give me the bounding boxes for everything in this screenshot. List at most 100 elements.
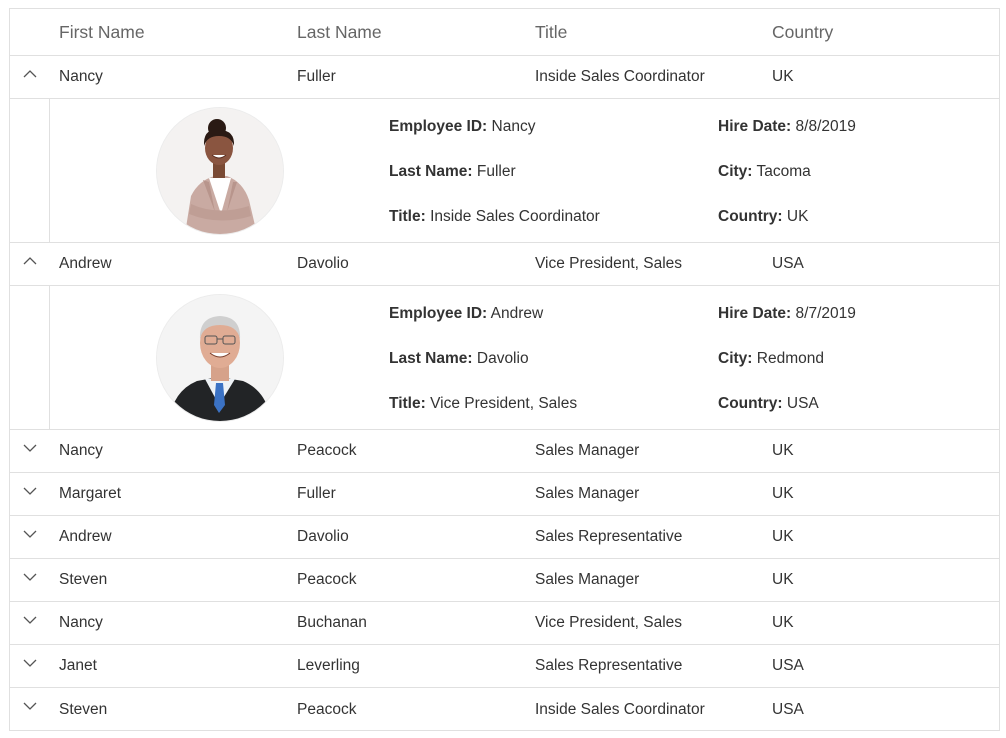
- detail-value: 8/8/2019: [795, 118, 856, 135]
- cell-first-name: Steven: [59, 700, 108, 718]
- detail-label: Last Name:: [389, 350, 473, 367]
- column-header-first-name[interactable]: First Name: [59, 9, 145, 55]
- row-detail-panel: Employee ID: Nancy Last Name: Fuller Tit…: [49, 99, 999, 242]
- table-row[interactable]: Nancy Buchanan Vice President, Sales UK: [10, 602, 999, 645]
- row-toggle-button[interactable]: [10, 430, 49, 472]
- cell-first-name: Janet: [59, 657, 97, 674]
- chevron-down-icon: [23, 487, 36, 495]
- detail-hire-date: Hire Date: 8/7/2019: [718, 304, 856, 324]
- cell-country: UK: [772, 485, 794, 502]
- cell-country: UK: [772, 442, 794, 459]
- cell-first-name: Nancy: [59, 442, 103, 459]
- employee-photo: [157, 295, 283, 421]
- cell-country: USA: [772, 255, 804, 272]
- detail-label: Country:: [718, 395, 783, 412]
- row-detail: Employee ID: Andrew Last Name: Davolio T…: [10, 286, 999, 430]
- cell-last-name: Peacock: [297, 700, 357, 718]
- chevron-up-icon: [23, 257, 36, 265]
- cell-last-name: Fuller: [297, 485, 336, 502]
- row-toggle-button[interactable]: [10, 473, 49, 515]
- cell-last-name: Fuller: [297, 68, 336, 85]
- chevron-down-icon: [23, 444, 36, 452]
- detail-label: Country:: [718, 208, 783, 225]
- data-grid: First Name Last Name Title Country Nancy…: [9, 8, 1000, 731]
- chevron-down-icon: [23, 530, 36, 538]
- cell-title: Inside Sales Coordinator: [535, 700, 705, 718]
- cell-country: UK: [772, 571, 794, 588]
- cell-country: USA: [772, 657, 804, 674]
- row-toggle-button[interactable]: [10, 56, 49, 98]
- cell-title: Vice President, Sales: [535, 255, 683, 272]
- detail-value: UK: [786, 208, 809, 225]
- cell-title: Inside Sales Coordinator: [535, 68, 705, 85]
- detail-title: Title: Vice President, Sales: [389, 394, 577, 414]
- chevron-down-icon: [23, 659, 36, 667]
- table-row[interactable]: Margaret Fuller Sales Manager UK: [10, 473, 999, 516]
- row-detail-panel: Employee ID: Andrew Last Name: Davolio T…: [49, 286, 999, 429]
- detail-label: Hire Date:: [718, 305, 792, 322]
- row-toggle-button[interactable]: [10, 559, 49, 601]
- detail-last-name: Last Name: Fuller: [389, 162, 516, 182]
- cell-title: Sales Manager: [535, 485, 640, 502]
- table-row[interactable]: Andrew Davolio Vice President, Sales USA: [10, 243, 999, 286]
- column-header-title[interactable]: Title: [535, 9, 567, 55]
- row-toggle-button[interactable]: [10, 602, 49, 644]
- cell-country: USA: [772, 700, 804, 718]
- detail-hire-date: Hire Date: 8/8/2019: [718, 117, 856, 137]
- detail-label: City:: [718, 350, 753, 367]
- cell-last-name: Buchanan: [297, 614, 367, 631]
- detail-value: Inside Sales Coordinator: [430, 208, 600, 225]
- detail-title: Title: Inside Sales Coordinator: [389, 207, 600, 227]
- table-row[interactable]: Nancy Peacock Sales Manager UK: [10, 430, 999, 473]
- chevron-down-icon: [23, 573, 36, 581]
- table-row[interactable]: Steven Peacock Sales Manager UK: [10, 559, 999, 602]
- chevron-down-icon: [23, 616, 36, 624]
- detail-label: Hire Date:: [718, 118, 792, 135]
- table-row[interactable]: Andrew Davolio Sales Representative UK: [10, 516, 999, 559]
- detail-value: Andrew: [490, 305, 544, 322]
- cell-country: UK: [772, 614, 794, 631]
- detail-label: Employee ID:: [389, 118, 488, 135]
- detail-value: Nancy: [491, 118, 536, 135]
- row-toggle-button[interactable]: [10, 688, 49, 731]
- cell-last-name: Leverling: [297, 657, 360, 674]
- table-row[interactable]: Steven Peacock Inside Sales Coordinator …: [10, 688, 999, 731]
- detail-country: Country: USA: [718, 394, 819, 414]
- cell-title: Sales Manager: [535, 442, 640, 459]
- cell-title: Sales Manager: [535, 571, 640, 588]
- detail-city: City: Tacoma: [718, 162, 811, 182]
- detail-value: 8/7/2019: [795, 305, 856, 322]
- detail-employee-id: Employee ID: Nancy: [389, 117, 535, 137]
- detail-employee-id: Employee ID: Andrew: [389, 304, 543, 324]
- cell-first-name: Margaret: [59, 485, 122, 502]
- cell-last-name: Peacock: [297, 571, 357, 588]
- detail-value: Redmond: [756, 350, 824, 367]
- table-row[interactable]: Nancy Fuller Inside Sales Coordinator UK: [10, 56, 999, 99]
- cell-country: UK: [772, 528, 794, 545]
- column-header-country[interactable]: Country: [772, 9, 833, 55]
- column-header-last-name[interactable]: Last Name: [297, 9, 382, 55]
- detail-label: City:: [718, 163, 753, 180]
- cell-title: Sales Representative: [535, 657, 683, 674]
- cell-first-name: Nancy: [59, 614, 103, 631]
- cell-title: Sales Representative: [535, 528, 683, 545]
- woman-portrait-image: [157, 108, 283, 234]
- cell-country: UK: [772, 68, 794, 85]
- row-toggle-button[interactable]: [10, 645, 49, 687]
- detail-country: Country: UK: [718, 207, 808, 227]
- table-row[interactable]: Janet Leverling Sales Representative USA: [10, 645, 999, 688]
- cell-last-name: Davolio: [297, 528, 349, 545]
- row-toggle-button[interactable]: [10, 516, 49, 558]
- detail-city: City: Redmond: [718, 349, 824, 369]
- detail-value: Vice President, Sales: [430, 395, 578, 412]
- chevron-down-icon: [23, 702, 36, 710]
- chevron-up-icon: [23, 70, 36, 78]
- cell-last-name: Davolio: [297, 255, 349, 272]
- row-toggle-button[interactable]: [10, 243, 49, 285]
- detail-label: Title:: [389, 208, 426, 225]
- cell-title: Vice President, Sales: [535, 614, 683, 631]
- detail-value: Tacoma: [756, 163, 811, 180]
- row-detail: Employee ID: Nancy Last Name: Fuller Tit…: [10, 99, 999, 243]
- detail-label: Last Name:: [389, 163, 473, 180]
- detail-value: USA: [786, 395, 819, 412]
